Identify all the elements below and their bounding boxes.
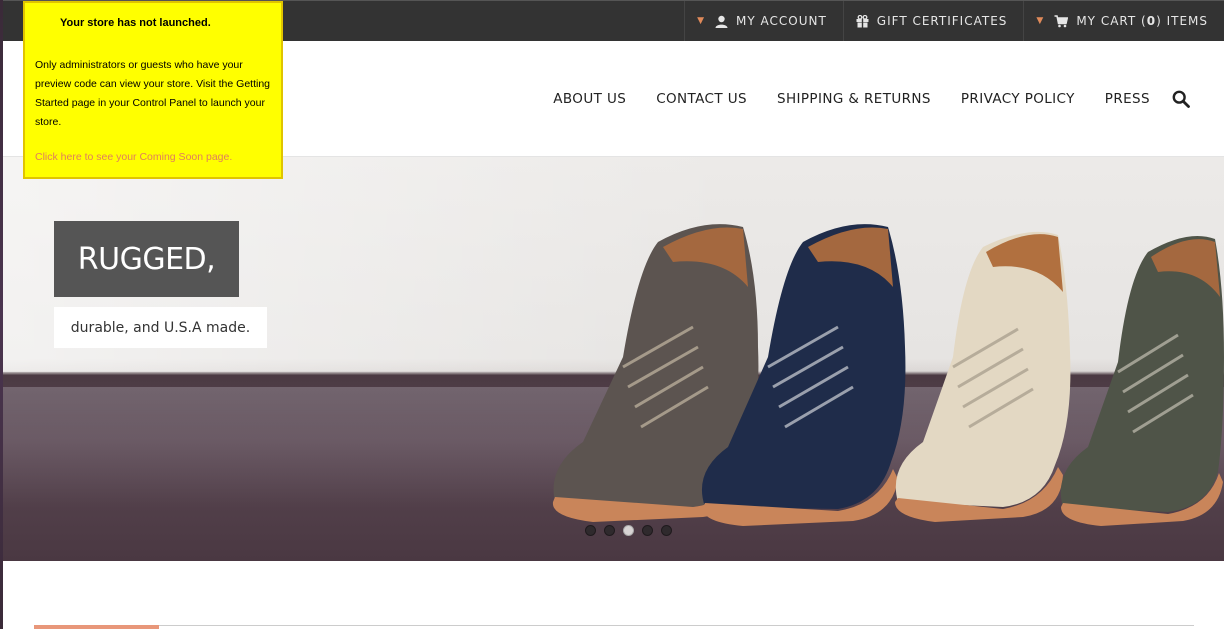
slider-dot-2[interactable] [604, 525, 615, 536]
my-cart-label: MY CART (0) ITEMS [1076, 14, 1208, 28]
slider-dot-1[interactable] [585, 525, 596, 536]
cart-label-suffix: ) ITEMS [1156, 14, 1208, 28]
nav-privacy-policy[interactable]: PRIVACY POLICY [961, 91, 1075, 107]
hero-slider[interactable]: RUGGED, durable, and U.S.A made. [3, 157, 1224, 561]
hero-title: RUGGED, [54, 221, 239, 297]
cart-label-prefix: MY CART ( [1076, 14, 1147, 28]
nav-about-us[interactable]: ABOUT US [553, 91, 626, 107]
my-cart-link[interactable]: ▼ MY CART (0) ITEMS [1023, 1, 1224, 41]
gift-certificates-label: GIFT CERTIFICATES [876, 14, 1008, 28]
notice-title: Your store has not launched. [60, 17, 211, 29]
nav-shipping-returns[interactable]: SHIPPING & RETURNS [777, 91, 931, 107]
cart-count: 0 [1146, 14, 1157, 28]
search-icon[interactable] [1172, 90, 1190, 108]
hero-shoes-image [552, 224, 1224, 526]
nav-press[interactable]: PRESS [1105, 91, 1150, 107]
slider-dot-3[interactable] [623, 525, 634, 536]
notice-body: Only administrators or guests who have y… [35, 59, 271, 128]
shoe-olive [1060, 235, 1224, 526]
chevron-down-icon: ▼ [1036, 16, 1045, 26]
slider-dot-4[interactable] [642, 525, 653, 536]
my-account-label: MY ACCOUNT [736, 14, 827, 28]
section-divider [34, 625, 1194, 626]
slider-pagination [585, 525, 680, 536]
top-utility-nav: ▼ MY ACCOUNT GIFT CERTIFICATES ▼ MY CART… [684, 1, 1224, 41]
main-nav: ABOUT US CONTACT US SHIPPING & RETURNS P… [523, 41, 1190, 157]
gift-icon [856, 14, 869, 28]
store-not-launched-notice: Your store has not launched. Only admini… [23, 1, 283, 179]
chevron-down-icon: ▼ [697, 16, 705, 26]
nav-contact-us[interactable]: CONTACT US [656, 91, 747, 107]
coming-soon-link[interactable]: Click here to see your Coming Soon page. [35, 151, 232, 163]
section-accent-bar [34, 625, 159, 629]
cart-icon [1054, 14, 1069, 28]
gift-certificates-link[interactable]: GIFT CERTIFICATES [842, 1, 1024, 41]
shoe-cream [895, 231, 1071, 522]
user-icon [715, 15, 728, 28]
hero-subtitle: durable, and U.S.A made. [54, 307, 267, 348]
my-account-link[interactable]: ▼ MY ACCOUNT [684, 1, 843, 41]
slider-dot-5[interactable] [661, 525, 672, 536]
